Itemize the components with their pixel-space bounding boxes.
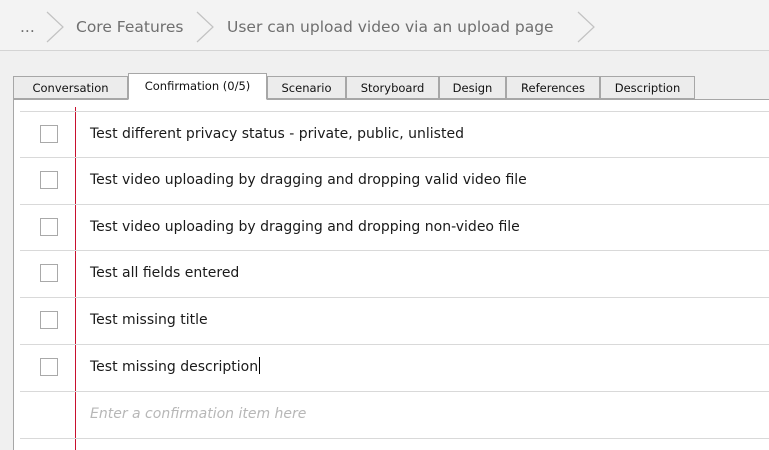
confirmation-checkbox[interactable]: [40, 218, 58, 236]
confirmation-item[interactable]: Test video uploading by dragging and dro…: [20, 157, 769, 203]
confirmation-item[interactable]: Test all fields entered: [20, 250, 769, 296]
tab-storyboard[interactable]: Storyboard: [346, 76, 439, 99]
confirmation-text[interactable]: Test video uploading by dragging and dro…: [90, 205, 520, 250]
tab-confirmation[interactable]: Confirmation (0/5): [128, 73, 267, 100]
confirmation-item[interactable]: Test video uploading by dragging and dro…: [20, 204, 769, 250]
chevron-right-icon: [577, 11, 595, 43]
confirmation-checkbox[interactable]: [40, 171, 58, 189]
new-confirmation-row[interactable]: Enter a confirmation item here: [20, 391, 769, 437]
tab-conversation[interactable]: Conversation: [13, 76, 128, 99]
confirmation-text-editing[interactable]: Test missing description: [90, 345, 261, 390]
confirmation-checkbox[interactable]: [40, 311, 58, 329]
tab-references[interactable]: References: [506, 76, 600, 99]
confirmation-item[interactable]: Test missing description: [20, 344, 769, 390]
breadcrumb: ... Core Features User can upload video …: [0, 0, 769, 51]
list-bottom-divider: [20, 438, 769, 450]
confirmation-item[interactable]: Test different privacy status - private,…: [20, 111, 769, 157]
chevron-right-icon: [196, 11, 214, 43]
breadcrumb-ellipsis[interactable]: ...: [20, 12, 35, 42]
chevron-right-icon: [46, 11, 64, 43]
tab-scenario[interactable]: Scenario: [267, 76, 346, 99]
text-cursor: [259, 357, 261, 374]
confirmation-checkbox[interactable]: [40, 358, 58, 376]
confirmation-checkbox[interactable]: [40, 125, 58, 143]
confirmation-checkbox[interactable]: [40, 264, 58, 282]
confirmation-item[interactable]: Test missing title: [20, 297, 769, 343]
breadcrumb-core-features[interactable]: Core Features: [76, 12, 183, 42]
confirmation-text[interactable]: Test different privacy status - private,…: [90, 112, 464, 157]
breadcrumb-current-story[interactable]: User can upload video via an upload page: [227, 12, 554, 42]
tab-design[interactable]: Design: [439, 76, 506, 99]
confirmation-text[interactable]: Test missing title: [90, 298, 208, 343]
tab-description[interactable]: Description: [600, 76, 695, 99]
new-confirmation-input[interactable]: Enter a confirmation item here: [90, 392, 306, 437]
confirmation-text[interactable]: Test all fields entered: [90, 251, 239, 296]
confirmation-text[interactable]: Test video uploading by dragging and dro…: [90, 158, 527, 203]
confirmation-text: Test missing description: [90, 359, 259, 375]
